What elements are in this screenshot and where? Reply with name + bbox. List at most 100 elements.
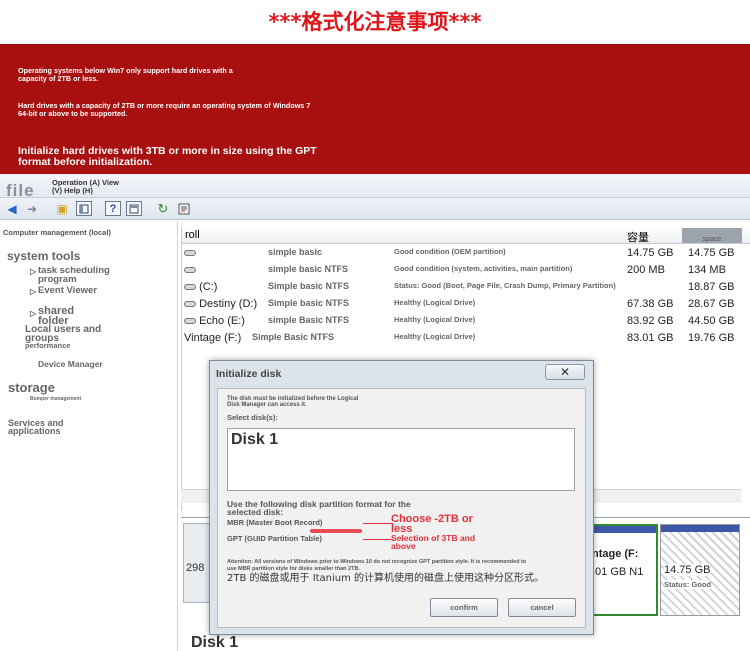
table-row[interactable]: simple basic Good condition (OEM partiti… bbox=[182, 245, 750, 262]
volume-capacity: 83.01 GB bbox=[627, 332, 674, 344]
column-capacity[interactable]: 容量 bbox=[627, 229, 649, 245]
volume-status: Status: Good (Boot, Page File, Crash Dum… bbox=[394, 281, 616, 290]
partition-bar bbox=[590, 526, 656, 533]
tree-event-viewer[interactable]: Event Viewer bbox=[38, 286, 97, 296]
column-roll[interactable]: roll bbox=[185, 229, 200, 241]
cancel-button[interactable]: cancel bbox=[508, 598, 576, 617]
dialog-title: Initialize disk bbox=[216, 368, 282, 380]
disk-1-label[interactable]: Disk 1 bbox=[191, 634, 238, 651]
volume-status: Healthy (Logical Drive) bbox=[394, 298, 476, 307]
volume-drive: Destiny (D:) bbox=[184, 298, 257, 310]
table-row[interactable]: (C:) Simple basic NTFS Status: Good (Boo… bbox=[182, 279, 750, 296]
volume-free: 14.75 GB bbox=[688, 247, 735, 259]
table-row[interactable]: simple basic NTFS Good condition (system… bbox=[182, 262, 750, 279]
banner-line-2: Hard drives with a capacity of 2TB or mo… bbox=[18, 101, 311, 118]
volume-layout: Simple basic NTFS bbox=[268, 281, 350, 291]
back-arrow-icon[interactable]: ◀ bbox=[4, 201, 20, 216]
partition-vintage-name: ntage (F: bbox=[592, 548, 639, 560]
tree-root[interactable]: Computer management (local) bbox=[3, 228, 113, 237]
attention-note: Attention: All versions of Windows prior… bbox=[227, 559, 527, 572]
partition-vintage-size: .01 GB N1 bbox=[592, 566, 644, 578]
partition-unallocated[interactable]: 14.75 GB Status: Good bbox=[660, 524, 740, 616]
volume-drive: Echo (E:) bbox=[184, 315, 245, 327]
tree-task-scheduling[interactable]: task scheduling program bbox=[38, 266, 138, 285]
partition-bar bbox=[661, 525, 739, 532]
tree-bumper[interactable]: Bumper management bbox=[30, 397, 81, 402]
page-title: ***格式化注意事项*** bbox=[268, 10, 482, 34]
gpt-option[interactable]: GPT (GUID Partition Table) bbox=[227, 535, 322, 543]
partition-b-size: 14.75 GB bbox=[664, 564, 711, 576]
confirm-button[interactable]: confirm bbox=[430, 598, 498, 617]
folder-icon[interactable]: ▣ bbox=[54, 201, 70, 216]
menu-operation-view-help[interactable]: Operation (A) View (V) Help (H) bbox=[52, 179, 119, 195]
expand-icon[interactable]: ▷ bbox=[30, 310, 36, 318]
tree-storage[interactable]: storage bbox=[8, 381, 55, 394]
volume-drive: (C:) bbox=[184, 281, 217, 293]
volume-disk-icon bbox=[184, 267, 196, 274]
volume-layout: simple basic bbox=[268, 247, 323, 257]
volume-layout: simple Basic NTFS bbox=[268, 315, 350, 325]
properties-icon[interactable] bbox=[176, 201, 192, 216]
close-icon: ✕ bbox=[559, 365, 571, 379]
disk-0-card[interactable]: 298 bbox=[183, 523, 211, 603]
forward-arrow-icon[interactable]: ➜ bbox=[24, 201, 40, 216]
list-item[interactable]: Disk 1 bbox=[231, 431, 278, 449]
tree-performance[interactable]: performance bbox=[25, 342, 70, 350]
warning-banner: Operating systems below Win7 only suppor… bbox=[0, 44, 750, 174]
expand-icon[interactable]: ▷ bbox=[30, 268, 36, 276]
mbr-highlight bbox=[310, 529, 362, 533]
banner-line-1: Operating systems below Win7 only suppor… bbox=[18, 66, 233, 83]
volume-free: 28.67 GB bbox=[688, 298, 735, 310]
volume-drive: Vintage (F:) bbox=[184, 332, 242, 344]
select-disks-label: Select disk(s): bbox=[227, 413, 278, 422]
volume-layout: Simple basic NTFS bbox=[268, 298, 350, 308]
volume-status: Good condition (OEM partition) bbox=[394, 247, 506, 256]
volume-layout: simple basic NTFS bbox=[268, 264, 349, 274]
view-icon[interactable] bbox=[76, 201, 92, 216]
menu-bar: file Operation (A) View (V) Help (H) bbox=[0, 174, 750, 200]
volume-status: Good condition (system, activities, main… bbox=[394, 264, 573, 273]
page: ***格式化注意事项*** Operating systems below Wi… bbox=[0, 0, 750, 651]
volume-capacity: 83.92 GB bbox=[627, 315, 674, 327]
table-row[interactable]: Echo (E:) simple Basic NTFS Healthy (Log… bbox=[182, 313, 750, 330]
toolbar: ◀ ➜ ▣ ? ↻ bbox=[0, 198, 750, 220]
volume-layout: Simple Basic NTFS bbox=[252, 332, 335, 342]
menu-help[interactable]: (V) Help (H) bbox=[52, 186, 119, 195]
table-row[interactable]: Vintage (F:) Simple Basic NTFS Healthy (… bbox=[182, 330, 750, 347]
volume-free: 19.76 GB bbox=[688, 332, 735, 344]
volume-disk-icon bbox=[184, 284, 196, 291]
dialog-zh-note: 2TB 的磁盘或用于 Itanium 的计算机使用的磁盘上使用这种分区形式。 bbox=[227, 573, 545, 584]
partition-format-heading: Use the following disk partition format … bbox=[227, 499, 411, 518]
volume-status: Healthy (Logical Drive) bbox=[394, 315, 476, 324]
panel-icon[interactable] bbox=[126, 201, 142, 216]
volume-free: 18.87 GB bbox=[688, 281, 735, 293]
partition-vintage[interactable]: ntage (F: .01 GB N1 bbox=[588, 524, 658, 616]
choose-2tb-note: Choose -2TB or less bbox=[391, 513, 473, 536]
volume-free: 44.50 GB bbox=[688, 315, 735, 327]
volume-disk-icon bbox=[184, 301, 196, 308]
column-free-space[interactable]: space bbox=[682, 228, 742, 243]
help-icon[interactable]: ? bbox=[105, 201, 121, 216]
tree-services[interactable]: Services and applications bbox=[8, 418, 93, 435]
expand-icon[interactable]: ▷ bbox=[30, 288, 36, 296]
volume-disk-icon bbox=[184, 250, 196, 257]
volume-capacity: 67.38 GB bbox=[627, 298, 674, 310]
volume-list-header: roll 容量 space bbox=[182, 227, 750, 244]
refresh-icon[interactable]: ↻ bbox=[155, 201, 171, 216]
partition-b-status: Status: Good bbox=[664, 580, 712, 589]
volume-capacity: 14.75 GB bbox=[627, 247, 674, 259]
tree-system-tools[interactable]: system tools bbox=[7, 250, 80, 262]
pointer-line-gpt bbox=[363, 539, 393, 540]
select-3tb-note: Selection of 3TB and above bbox=[391, 533, 476, 552]
table-row[interactable]: Destiny (D:) Simple basic NTFS Healthy (… bbox=[182, 296, 750, 313]
disk-selection-list[interactable]: Disk 1 bbox=[227, 428, 575, 491]
mbr-option[interactable]: MBR (Master Boot Record) bbox=[227, 519, 322, 527]
tree-device-manager[interactable]: Device Manager bbox=[38, 360, 103, 369]
volume-status: Healthy (Logical Drive) bbox=[394, 332, 476, 341]
pointer-line-mbr bbox=[363, 523, 393, 524]
banner-line-3: Initialize hard drives with 3TB or more … bbox=[18, 145, 317, 169]
dialog-intro: The disk must be initialized before the … bbox=[227, 396, 359, 409]
close-button[interactable]: ✕ bbox=[545, 364, 585, 380]
volume-free: 134 MB bbox=[688, 264, 726, 276]
navigation-tree: Computer management (local) system tools… bbox=[0, 221, 178, 651]
